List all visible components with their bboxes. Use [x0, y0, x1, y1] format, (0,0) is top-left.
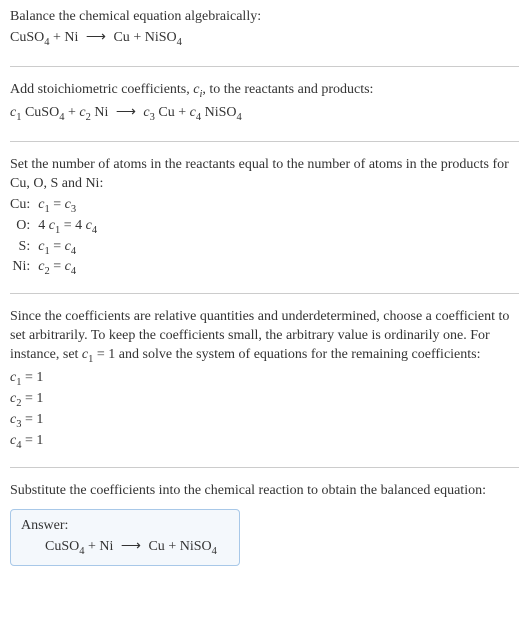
arrow-icon: ⟶ [86, 29, 106, 48]
unbalanced-equation: CuSO4 + Ni ⟶ Cu + NiSO4 [10, 29, 519, 50]
section-atom-balance: Set the number of atoms in the reactants… [10, 156, 519, 295]
section-add-coefficients: Add stoichiometric coefficients, ci, to … [10, 81, 519, 142]
product-1: Cu [113, 30, 129, 45]
table-row: O: 4 c1 = 4 c4 [10, 217, 103, 238]
coef-equation: c1 CuSO4 + c2 Ni ⟶ c3 Cu + c4 NiSO4 [10, 104, 519, 125]
product-2: NiSO4 [145, 30, 182, 45]
answer-box: Answer: CuSO4 + Ni ⟶ Cu + NiSO4 [10, 509, 240, 566]
solve-instruction: Since the coefficients are relative quan… [10, 308, 519, 367]
reactant-2: Ni [64, 30, 78, 45]
coef-value: c2 = 1 [10, 390, 519, 411]
table-row: S: c1 = c4 [10, 238, 103, 259]
table-row: Cu: c1 = c3 [10, 196, 103, 217]
reactant-1: CuSO4 [10, 30, 49, 45]
atom-equations-table: Cu: c1 = c3 O: 4 c1 = 4 c4 S: c1 = c4 Ni… [10, 196, 103, 280]
coef-value: c4 = 1 [10, 432, 519, 453]
problem-instruction: Balance the chemical equation algebraica… [10, 8, 519, 27]
coef-value: c1 = 1 [10, 369, 519, 390]
section-answer: Substitute the coefficients into the che… [10, 482, 519, 580]
atom-balance-instruction: Set the number of atoms in the reactants… [10, 156, 519, 194]
coef-value: c3 = 1 [10, 411, 519, 432]
add-coef-instruction: Add stoichiometric coefficients, ci, to … [10, 81, 519, 102]
table-row: Ni: c2 = c4 [10, 258, 103, 279]
balanced-equation: CuSO4 + Ni ⟶ Cu + NiSO4 [21, 538, 229, 557]
section-solve: Since the coefficients are relative quan… [10, 308, 519, 468]
arrow-icon: ⟶ [121, 538, 141, 555]
section-problem: Balance the chemical equation algebraica… [10, 8, 519, 67]
answer-label: Answer: [21, 518, 229, 534]
substitute-instruction: Substitute the coefficients into the che… [10, 482, 519, 501]
arrow-icon: ⟶ [116, 104, 136, 123]
